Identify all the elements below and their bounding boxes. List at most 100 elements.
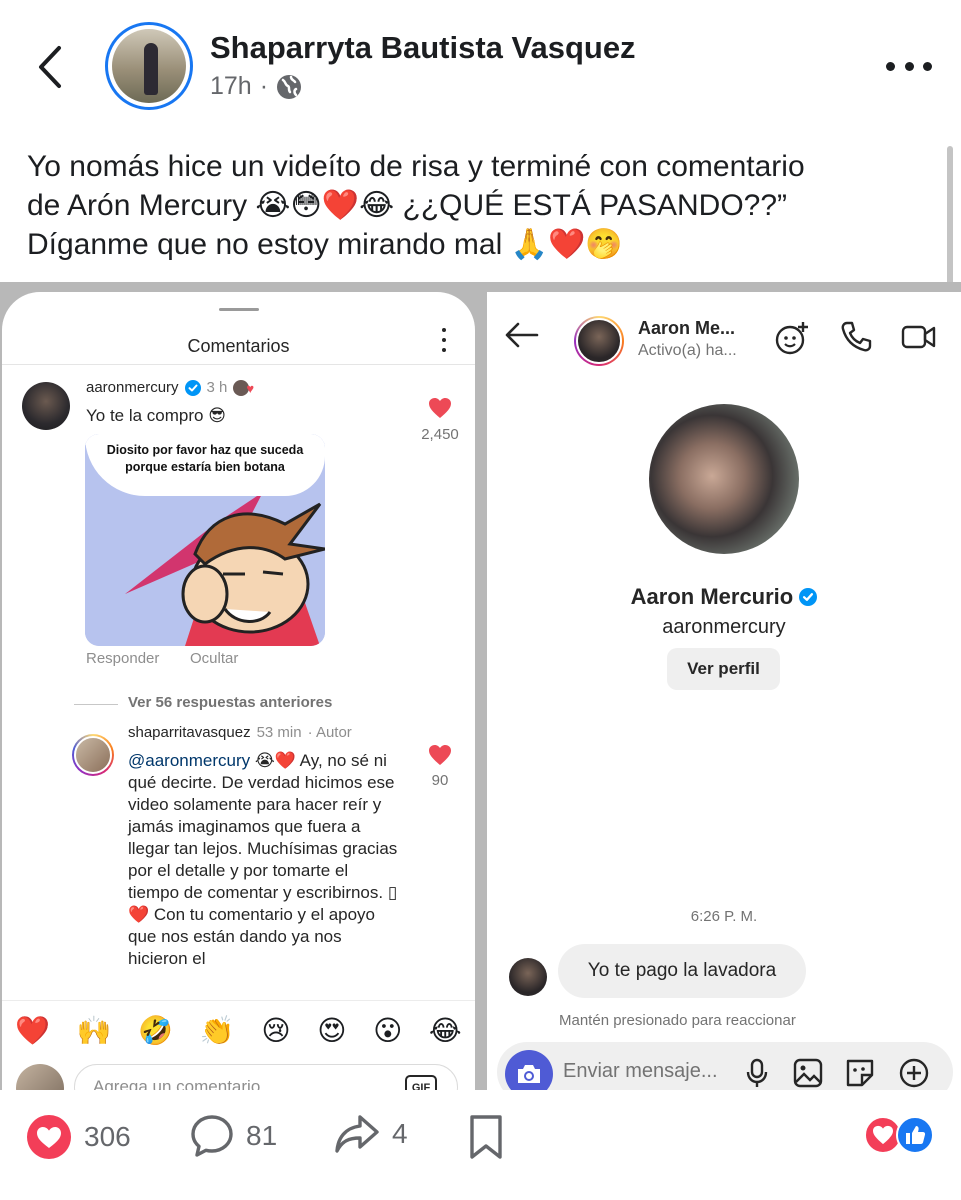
camera-icon (518, 1065, 540, 1083)
view-replies-button[interactable]: Ver 56 respuestas anteriores (128, 694, 332, 711)
message-input[interactable] (563, 1060, 743, 1083)
my-avatar (16, 1064, 64, 1090)
post-text-line: Yo nomás hice un videíto de risa y termi… (27, 150, 805, 183)
ig-dm-panel: Aaron Me... Activo(a) ha... Aaron Mercur… (487, 292, 961, 1090)
add-sticker-icon[interactable] (775, 320, 811, 356)
reply-time: 53 min (256, 724, 302, 741)
post-header: Shaparryta Bautista Vasquez 17h · (0, 0, 961, 130)
comments-title: Comentarios (187, 336, 290, 356)
add-comment-field[interactable]: GIF (74, 1064, 458, 1090)
share-arrow-icon (335, 1115, 379, 1153)
comment-bubble-icon (191, 1115, 233, 1157)
like-heart-icon[interactable] (428, 397, 452, 424)
author-badge: · Autor (307, 724, 352, 741)
chevron-left-icon (39, 46, 61, 88)
reply-button[interactable]: Responder (86, 650, 159, 667)
like-heart-icon[interactable] (428, 744, 452, 771)
save-button[interactable] (468, 1114, 504, 1160)
emoji-reaction[interactable]: 🙌 (77, 1014, 112, 1047)
message-bubble[interactable]: Yo te pago la lavadora (558, 944, 806, 998)
microphone-icon[interactable] (745, 1058, 769, 1088)
mention-link[interactable]: @aaronmercury (128, 751, 250, 770)
dm-profile-username: aaronmercury (662, 616, 786, 638)
reply-header: shaparritavasquez 53 min · Autor (128, 724, 352, 741)
comment-meme-image[interactable]: Diosito por favor haz que suceda porque … (85, 434, 325, 646)
like-reaction-icon (896, 1116, 934, 1154)
ig-comments-panel: Comentarios aaronmercury 3 h ♥ Yo te la … (2, 292, 475, 1090)
message-composer (497, 1042, 953, 1090)
post-image[interactable]: Comentarios aaronmercury 3 h ♥ Yo te la … (0, 282, 961, 1090)
emoji-reaction[interactable]: ❤️ (15, 1014, 50, 1047)
author-name[interactable]: Shaparryta Bautista Vasquez (210, 30, 636, 66)
emoji-reaction[interactable]: 🤣 (138, 1014, 173, 1047)
comment-button[interactable]: 81 (190, 1114, 277, 1158)
divider (2, 364, 475, 365)
comment-text: Yo te la compro 😎 (86, 406, 226, 425)
meta-separator: · (259, 72, 269, 100)
post-text-line: de Arón Mercury 😭😳❤️😂 ¿¿QUÉ ESTÁ PASANDO… (27, 189, 788, 222)
love-reaction-button[interactable]: 306 (26, 1114, 131, 1160)
dm-header-name[interactable]: Aaron Me... (638, 318, 735, 339)
replies-divider (74, 704, 118, 705)
bookmark-icon (470, 1115, 502, 1159)
post-meta: 17h · (210, 72, 302, 101)
video-call-icon[interactable] (901, 320, 937, 354)
emoji-reaction[interactable]: 😢 (261, 1014, 290, 1047)
creator-liked-icon: ♥ (233, 379, 261, 396)
emoji-reaction[interactable]: 😮 (373, 1014, 402, 1047)
emoji-reaction[interactable]: 😂 (429, 1014, 462, 1047)
gallery-icon[interactable] (793, 1058, 823, 1088)
like-count: 2,450 (421, 426, 459, 443)
dm-back-button[interactable] (505, 322, 539, 353)
verified-badge-icon (184, 379, 201, 396)
more-options-button[interactable] (886, 56, 932, 76)
commenter-avatar[interactable] (22, 382, 70, 430)
comment-username[interactable]: aaronmercury (86, 379, 179, 396)
emoji-reaction[interactable]: 👏 (200, 1014, 235, 1047)
dm-profile-avatar[interactable] (649, 404, 799, 554)
author-avatar[interactable] (105, 22, 193, 110)
dm-profile-name: Aaron Mercurio (630, 584, 794, 609)
emoji-reaction[interactable]: 😍 (317, 1014, 346, 1047)
share-button[interactable]: 4 (334, 1114, 408, 1154)
kebab-menu-icon[interactable] (440, 328, 448, 352)
hide-button[interactable]: Ocultar (190, 650, 238, 667)
reply-avatar[interactable] (72, 734, 114, 776)
verified-badge-icon (799, 588, 818, 606)
meme-caption-bubble: Diosito por favor haz que suceda porque … (85, 434, 325, 496)
reaction-count: 306 (84, 1121, 131, 1152)
comment-header: aaronmercury 3 h ♥ (86, 379, 261, 396)
sticker-icon[interactable] (845, 1058, 877, 1088)
dm-header-avatar[interactable] (574, 316, 624, 366)
reaction-hint: Mantén presionado para reaccionar (559, 1012, 796, 1029)
gif-button[interactable]: GIF (405, 1075, 437, 1090)
meme-caption: Diosito por favor haz que suceda porque … (106, 443, 304, 474)
dm-header-status: Activo(a) ha... (638, 342, 737, 359)
view-profile-button[interactable]: Ver perfil (667, 648, 780, 690)
like-count: 90 (431, 772, 449, 789)
post-text: Yo nomás hice un videíto de risa y termi… (27, 147, 942, 264)
reply-username[interactable]: shaparritavasquez (128, 724, 251, 741)
reply-text: @aaronmercury 😭❤️ Ay, no sé ni qué decir… (128, 750, 398, 970)
post-time[interactable]: 17h (210, 72, 252, 101)
plus-circle-icon[interactable] (899, 1058, 929, 1088)
globe-icon (277, 74, 302, 99)
dm-timestamp: 6:26 P. M. (690, 908, 758, 925)
post-text-line: Díganme que no estoy mirando mal 🙏❤️🤭 (27, 228, 623, 261)
dot-icon (904, 61, 914, 71)
dot-icon (886, 61, 895, 71)
camera-button[interactable] (505, 1050, 553, 1090)
quick-reaction-bar: ❤️ 🙌 🤣 👏 😢 😍 😮 😂 (2, 1000, 475, 1060)
arrow-left-icon (505, 322, 539, 348)
add-comment-input[interactable] (93, 1077, 393, 1090)
post-action-bar: 306 81 4 (0, 1090, 961, 1200)
dm-profile-name-row: Aaron Mercurio (487, 584, 961, 610)
reaction-summary[interactable] (864, 1116, 944, 1156)
phone-icon[interactable] (839, 320, 873, 354)
heart-icon (27, 1115, 71, 1159)
sheet-handle[interactable] (219, 308, 259, 311)
reply-body: 😭❤️ Ay, no sé ni qué decirte. De verdad … (128, 751, 398, 968)
message-avatar[interactable] (509, 958, 547, 996)
comment-time: 3 h (206, 379, 228, 396)
back-button[interactable] (30, 42, 70, 92)
